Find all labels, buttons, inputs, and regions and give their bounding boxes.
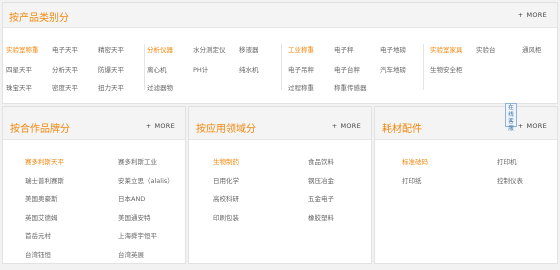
category-link[interactable]: 电子天平 xyxy=(52,44,78,54)
more-link[interactable]: + MORE xyxy=(146,122,175,130)
list-item-link[interactable]: 印刷包装 xyxy=(213,212,239,222)
list-item-link[interactable]: 上海舜宇恒平 xyxy=(118,230,157,240)
list-item-link[interactable]: 安莱立思（alalis） xyxy=(118,175,174,185)
list-item-link[interactable]: 日本AND xyxy=(118,193,145,203)
list-item-link[interactable]: 高校科研 xyxy=(213,193,239,203)
more-label: MORE xyxy=(526,122,547,130)
category-link[interactable]: 生物安全柜 xyxy=(430,64,463,74)
category-heading-link[interactable]: 实验室称重 xyxy=(6,44,39,54)
category-link[interactable]: 电子台秤 xyxy=(334,64,360,74)
list-item-link[interactable]: 美国通安特 xyxy=(118,212,151,222)
plus-icon: + xyxy=(331,122,338,130)
more-link[interactable]: + MORE xyxy=(518,122,547,130)
consumables-panel: 耗材配件 + MORE 标准砝码 打印机打印纸 控制仪表 xyxy=(374,106,558,264)
list-item-link[interactable]: 美国奥豪斯 xyxy=(25,193,58,203)
product-category-panel: 按产品类别分 + MORE xyxy=(2,2,558,104)
plus-icon: + xyxy=(517,11,524,19)
divider xyxy=(281,44,282,90)
category-link[interactable]: 纯水机 xyxy=(239,64,259,74)
category-link[interactable]: 防爆天平 xyxy=(98,64,124,74)
online-service-tab[interactable]: 在线客服 xyxy=(505,103,517,132)
category-link[interactable]: 移液器 xyxy=(239,44,259,54)
brand-panel: 按合作品牌分 + MORE 赛多利斯天平 赛多利斯工业瑞士普利赛斯 安莱立思（alal… xyxy=(2,106,186,264)
more-label: MORE xyxy=(340,122,361,130)
category-link[interactable]: 离心机 xyxy=(147,64,167,74)
panel-title: 按合作品牌分 xyxy=(10,124,70,135)
more-label: MORE xyxy=(526,11,547,19)
list-item-link[interactable]: 首岳元村 xyxy=(25,230,51,240)
category-link[interactable]: 通风柜 xyxy=(522,44,542,54)
list-item-link[interactable]: 控制仪表 xyxy=(497,175,523,185)
list-item-link[interactable]: 台湾钰恒 xyxy=(25,249,51,259)
list-item-link[interactable]: 打印机 xyxy=(497,156,517,166)
panel-header: 按应用领域分 + MORE xyxy=(189,107,371,140)
category-link[interactable]: 珠宝天平 xyxy=(6,82,32,92)
category-link[interactable]: 过程称重 xyxy=(288,82,314,92)
category-link[interactable]: 称重传感器 xyxy=(334,82,367,92)
category-link[interactable]: 过滤器物 xyxy=(147,82,173,92)
list-item-link[interactable]: 英国艾德姆 xyxy=(25,212,58,222)
list-item-link[interactable]: 瑞士普利赛斯 xyxy=(25,175,64,185)
category-heading-link[interactable]: 实验室家具 xyxy=(430,44,463,54)
panel-header: 按合作品牌分 + MORE xyxy=(3,107,185,140)
category-link[interactable]: 水分测定仪 xyxy=(193,44,226,54)
list-item-link[interactable]: 标准砝码 xyxy=(402,156,428,166)
list-item-link[interactable]: 打印纸 xyxy=(402,175,422,185)
category-link[interactable]: 密度天平 xyxy=(52,82,78,92)
panel-title: 耗材配件 xyxy=(382,124,422,135)
list-item-link[interactable]: 橡胶塑料 xyxy=(308,212,334,222)
category-link[interactable]: 汽车地磅 xyxy=(380,64,406,74)
category-heading-link[interactable]: 工业称重 xyxy=(288,44,314,54)
list-item-link[interactable]: 钢压冶金 xyxy=(308,175,334,185)
list-item-link[interactable]: 台湾英展 xyxy=(118,249,144,259)
more-label: MORE xyxy=(154,122,175,130)
plus-icon: + xyxy=(145,122,152,130)
category-link[interactable]: 精密天平 xyxy=(98,44,124,54)
category-link[interactable]: 四星天平 xyxy=(6,64,32,74)
category-heading-link[interactable]: 分析仪器 xyxy=(147,44,173,54)
domain-panel: 按应用领域分 + MORE 生物制药 食品饮料日用化学 钢压冶金高校科研 五金电子印刷包… xyxy=(188,106,372,264)
category-link[interactable]: 扭力天平 xyxy=(98,82,124,92)
more-link[interactable]: + MORE xyxy=(332,122,361,130)
category-link[interactable]: 分析天平 xyxy=(52,64,78,74)
category-link[interactable]: 电子地磅 xyxy=(380,44,406,54)
category-link[interactable]: 电子吊秤 xyxy=(288,64,314,74)
list-item-link[interactable]: 生物制药 xyxy=(213,156,239,166)
list-item-link[interactable]: 五金电子 xyxy=(308,193,334,203)
category-link[interactable]: PH计 xyxy=(193,64,208,74)
plus-icon: + xyxy=(517,122,524,130)
category-link[interactable]: 实验台 xyxy=(476,44,496,54)
panel-title: 按应用领域分 xyxy=(196,124,256,135)
more-link[interactable]: + MORE xyxy=(518,11,547,19)
list-item-link[interactable]: 赛多利斯天平 xyxy=(25,156,64,166)
list-item-link[interactable]: 赛多利斯工业 xyxy=(118,156,157,166)
category-link[interactable]: 电子秤 xyxy=(334,44,354,54)
divider xyxy=(423,44,424,90)
panel-header: 按产品类别分 + MORE xyxy=(3,3,557,28)
panel-title: 按产品类别分 xyxy=(9,13,69,24)
list-item-link[interactable]: 日用化学 xyxy=(213,175,239,185)
divider xyxy=(144,44,145,90)
panel-header: 耗材配件 + MORE xyxy=(375,107,557,140)
list-item-link[interactable]: 食品饮料 xyxy=(308,156,334,166)
